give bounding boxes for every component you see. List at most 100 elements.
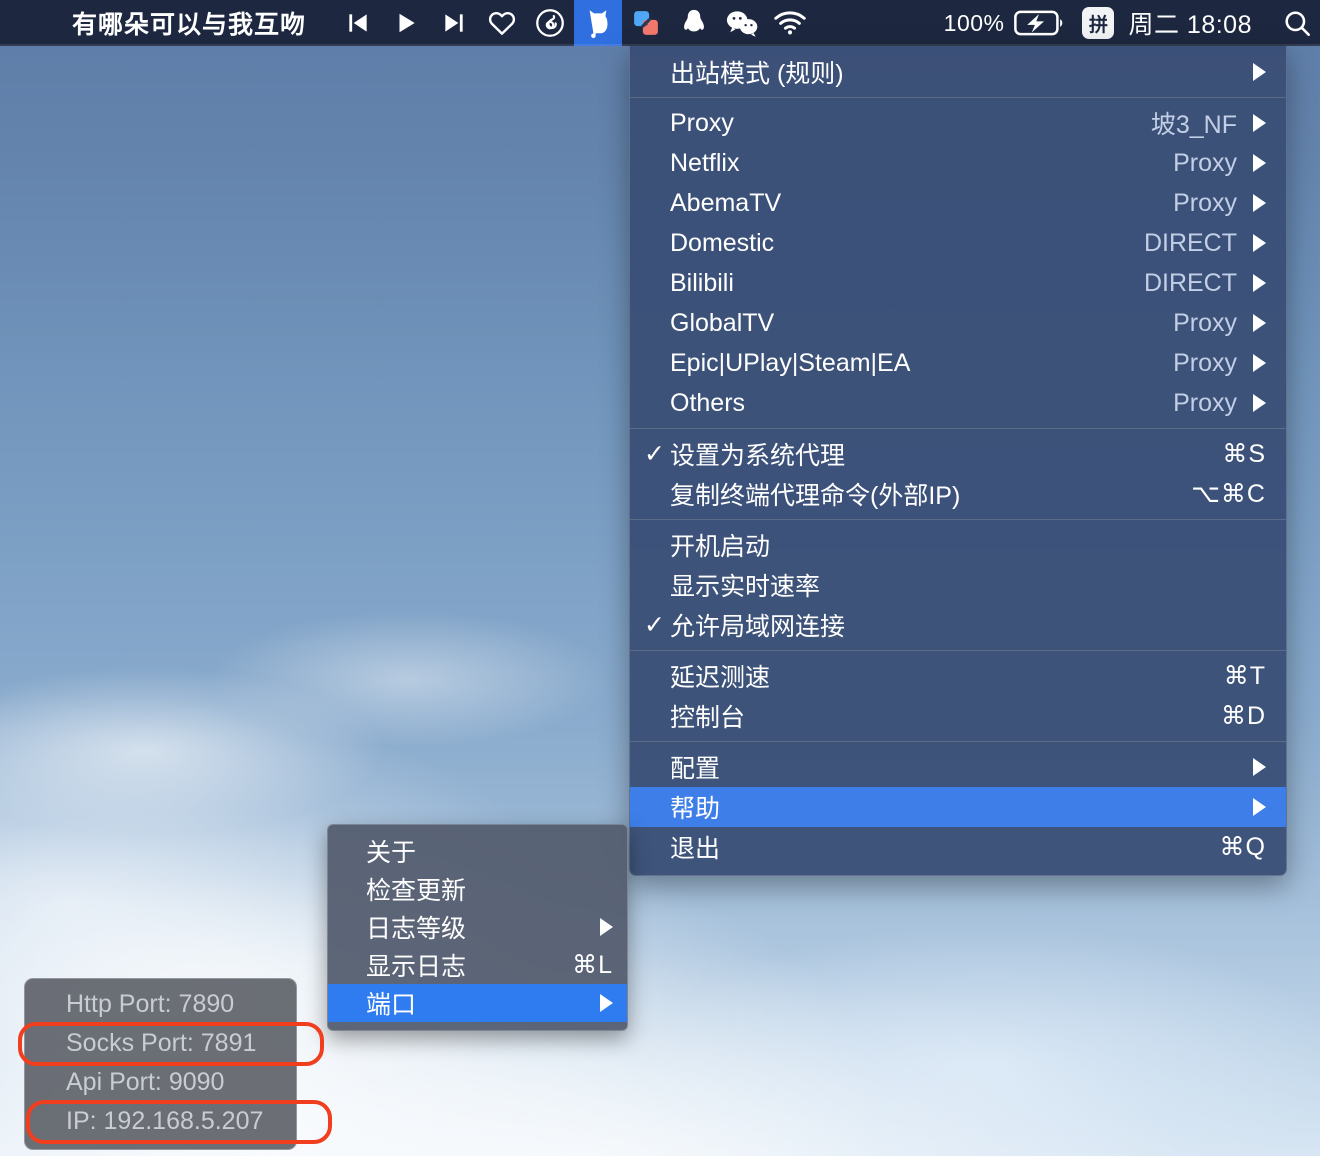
chevron-right-icon [1253,758,1266,776]
menu-item-dashboard[interactable]: 控制台 ⌘D [630,696,1286,736]
chevron-right-icon [1253,798,1266,816]
menu-item-benchmark[interactable]: 延迟测速 ⌘T [630,656,1286,696]
proxy-group-value: Proxy [1173,308,1237,337]
menu-item-proxy-group-bilibili[interactable]: Bilibili DIRECT [630,263,1286,303]
proxy-group-value: Proxy [1173,348,1237,377]
submenu-item-about[interactable]: 关于 [328,832,627,870]
chevron-right-icon [1253,274,1266,292]
quit-label: 退出 [670,835,721,863]
proxy-group-label: GlobalTV [670,308,775,337]
submenu-item-log-level[interactable]: 日志等级 [328,908,627,946]
menu-item-help[interactable]: 帮助 [630,787,1286,827]
search-icon[interactable] [1274,0,1320,46]
proxy-group-value: Proxy [1173,148,1237,177]
help-submenu: 关于 检查更新 日志等级 显示日志 ⌘L 端口 [327,824,628,1031]
log-level-label: 日志等级 [366,915,467,943]
http-port-row: Http Port: 7890 [66,990,235,1018]
input-method-indicator[interactable]: 拼 [1068,0,1128,46]
checkmark-icon: ✓ [644,610,665,639]
clock[interactable]: 周二 18:08 [1128,5,1252,41]
snipaste-icon[interactable] [622,0,670,46]
menu-separator [630,741,1286,742]
proxy-group-value: DIRECT [1143,228,1237,257]
proxy-group-value: DIRECT [1143,268,1237,297]
outbound-mode-label: 出站模式 (规则) [670,60,844,88]
api-port-row: Api Port: 9090 [66,1068,225,1096]
menu-item-config[interactable]: 配置 [630,747,1286,787]
clashx-dropdown-menu: 出站模式 (规则) Proxy 坡3_NF Netflix Proxy Abem… [629,46,1287,876]
launch-at-login-label: 开机启动 [670,533,771,561]
menu-item-proxy-group-abematv[interactable]: AbemaTV Proxy [630,183,1286,223]
menu-item-allow-lan[interactable]: ✓ 允许局域网连接 [630,605,1286,645]
menu-item-proxy-group-netflix[interactable]: Netflix Proxy [630,143,1286,183]
menu-separator [630,97,1286,98]
config-label: 配置 [670,755,721,783]
benchmark-label: 延迟测速 [670,664,771,692]
menu-item-set-system-proxy[interactable]: ✓ 设置为系统代理 ⌘S [630,434,1286,474]
chevron-right-icon [1253,234,1266,252]
show-speed-label: 显示实时速率 [670,573,821,601]
netease-music-icon[interactable] [526,0,574,46]
chevron-right-icon [600,994,613,1012]
menu-separator [630,519,1286,520]
chevron-right-icon [1253,314,1266,332]
proxy-group-label: Others [670,388,746,417]
menu-item-proxy-group-others[interactable]: Others Proxy [630,383,1286,423]
help-label: 帮助 [670,795,721,823]
menu-item-proxy-group-domestic[interactable]: Domestic DIRECT [630,223,1286,263]
proxy-group-value: Proxy [1173,188,1237,217]
menu-item-show-speed[interactable]: 显示实时速率 [630,565,1286,605]
menu-separator [630,428,1286,429]
shortcut-label: ⌘S [1222,440,1266,468]
wifi-icon[interactable] [766,0,814,46]
shortcut-label: ⌥⌘C [1191,480,1266,508]
clashx-cat-icon[interactable] [574,0,623,46]
menu-item-quit[interactable]: 退出 ⌘Q [630,827,1286,867]
menu-bar-left: 有哪朵可以与我互吻 [0,0,814,46]
menu-item-launch-at-login[interactable]: 开机启动 [630,525,1286,565]
proxy-group-value: 坡3_NF [1150,111,1237,139]
shortcut-label: ⌘T [1223,662,1266,690]
copy-terminal-command-label: 复制终端代理命令(外部IP) [670,482,961,510]
socks-port-row: Socks Port: 7891 [66,1029,257,1057]
proxy-group-label: AbemaTV [670,188,782,217]
skip-previous-icon[interactable] [334,0,382,46]
menu-item-copy-terminal-command[interactable]: 复制终端代理命令(外部IP) ⌥⌘C [630,474,1286,514]
dashboard-label: 控制台 [670,704,746,732]
heart-icon[interactable] [478,0,526,46]
battery-charging-icon[interactable] [1010,0,1068,46]
submenu-item-check-update[interactable]: 检查更新 [328,870,627,908]
menu-item-proxy-group-globaltv[interactable]: GlobalTV Proxy [630,303,1286,343]
show-log-label: 显示日志 [366,953,467,981]
skip-next-icon[interactable] [430,0,478,46]
menu-item-proxy-group-proxy[interactable]: Proxy 坡3_NF [630,103,1286,143]
menu-item-proxy-group-games[interactable]: Epic|UPlay|Steam|EA Proxy [630,343,1286,383]
proxy-group-label: Netflix [670,148,740,177]
ports-label: 端口 [366,991,417,1019]
now-playing-title: 有哪朵可以与我互吻 [72,11,307,39]
chevron-right-icon [1253,63,1266,81]
menu-bar: 有哪朵可以与我互吻 100% 拼 周二 18:08 [0,0,1320,46]
submenu-item-ports[interactable]: 端口 [328,984,627,1022]
battery-percent-label: 100% [943,9,1005,36]
menu-item-outbound-mode[interactable]: 出站模式 (规则) [630,52,1286,92]
ime-label: 拼 [1082,7,1115,39]
proxy-group-value: Proxy [1173,388,1237,417]
shortcut-label: ⌘Q [1219,833,1266,861]
check-update-label: 检查更新 [366,877,467,905]
submenu-item-show-log[interactable]: 显示日志 ⌘L [328,946,627,984]
ip-address-row: IP: 192.168.5.207 [66,1107,264,1135]
play-icon[interactable] [382,0,430,46]
qq-penguin-icon[interactable] [670,0,718,46]
proxy-group-label: Proxy [670,108,734,137]
proxy-group-label: Domestic [670,228,775,257]
proxy-group-label: Epic|UPlay|Steam|EA [670,348,911,377]
wechat-icon[interactable] [718,0,766,46]
chevron-right-icon [1253,394,1266,412]
chevron-right-icon [1253,194,1266,212]
port-info-panel: Http Port: 7890 Socks Port: 7891 Api Por… [24,978,297,1150]
chevron-right-icon [1253,114,1266,132]
chevron-right-icon [1253,154,1266,172]
shortcut-label: ⌘D [1220,702,1266,730]
set-system-proxy-label: 设置为系统代理 [670,442,846,470]
